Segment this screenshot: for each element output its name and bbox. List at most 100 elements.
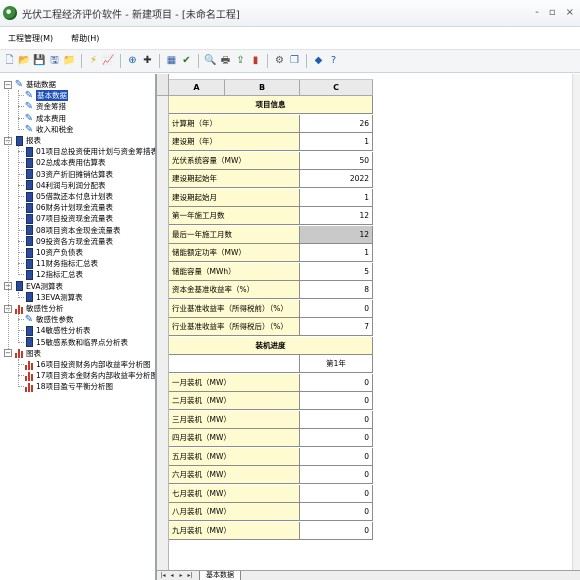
parameter-label: 建设期（年） (169, 133, 300, 151)
install-month-value-input[interactable]: 0 (300, 484, 373, 503)
toolbar-separator (267, 54, 268, 68)
parameter-value-input[interactable]: 5 (300, 262, 373, 281)
parameter-label: 第一年施工月数 (169, 207, 300, 225)
bar-icon[interactable]: ▮ (249, 54, 262, 68)
section-header-project-info: 项目信息 (169, 96, 373, 114)
parameter-label: 行业基准收益率（所得税前）（%） (169, 299, 300, 318)
parameter-label: 储能额定功率（MW） (169, 244, 300, 262)
tree-connector (18, 90, 19, 130)
parameter-value-input[interactable]: 12 (300, 207, 373, 225)
close-button[interactable]: × (566, 7, 574, 18)
install-month-label: 八月装机（MW） (169, 503, 300, 521)
toolbar-separator (120, 54, 121, 68)
first-sheet-button[interactable]: |◂ (159, 571, 167, 580)
toolbar-separator (159, 54, 160, 68)
spreadsheet: A B C 项目信息 计算期（年） 26 建设期（年） 1 光伏系统容量（MW） 50 建设期… (157, 74, 580, 580)
parameter-value-input[interactable]: 7 (300, 318, 373, 336)
calc-icon[interactable]: ✚ (141, 54, 154, 68)
lightning-icon[interactable]: ⚡ (87, 54, 100, 68)
install-month-label: 一月装机（MW） (169, 373, 300, 392)
title-bar: 光伏工程经济评价软件 - 新建项目 - [未命名工程] - ▫ × (0, 0, 580, 27)
edit-icon: ✎ (14, 79, 24, 90)
table-icon[interactable]: ▦ (165, 54, 178, 68)
save-icon[interactable]: 💾 (33, 54, 46, 68)
menu-project-management[interactable]: 工程管理(M) (8, 33, 53, 44)
document-icon (24, 269, 34, 280)
vertical-scrollbar[interactable] (572, 74, 580, 570)
edit-icon: ✎ (24, 101, 34, 113)
maximize-button[interactable]: ▫ (549, 7, 556, 18)
install-month-value-input[interactable]: 0 (300, 373, 373, 392)
sheet-tab-basic-data[interactable]: 基本数据 (199, 570, 241, 580)
collapse-toggle-icon[interactable]: − (4, 80, 12, 89)
menu-help[interactable]: 帮助(H) (71, 33, 99, 44)
parameter-label: 建设期起始年 (169, 170, 300, 188)
toolbar-separator (306, 54, 307, 68)
menu-bar: 工程管理(M) 帮助(H) (0, 27, 580, 49)
app-logo-icon (3, 6, 17, 20)
column-header-c[interactable]: C (300, 79, 373, 96)
document-icon (14, 135, 24, 146)
column-header-a[interactable]: A (169, 79, 225, 96)
last-sheet-button[interactable]: ▸| (186, 571, 194, 580)
document-icon (24, 247, 34, 258)
parameter-label: 光伏系统容量（MW） (169, 151, 300, 170)
document-icon (24, 146, 34, 157)
install-month-value-input[interactable]: 0 (300, 392, 373, 410)
parameter-value-input[interactable]: 1 (300, 188, 373, 207)
open-icon[interactable]: 📂 (18, 54, 31, 68)
preview-icon[interactable]: 🔍 (204, 54, 217, 68)
column-header-b[interactable]: B (225, 79, 300, 96)
toolbar-separator (198, 54, 199, 68)
bar-chart-icon (24, 382, 34, 392)
toolbar: 🗋 📂 💾 🖫 📁 ⚡ 📈 ⊕ ✚ ▦ ✔ 🔍 🖶 ⇪ ▮ ⚙ ❐ ◆? (0, 49, 580, 73)
export-icon[interactable]: ⇪ (234, 54, 247, 68)
parameter-value-input[interactable]: 12 (300, 225, 373, 244)
check-icon[interactable]: ✔ (180, 54, 193, 68)
install-month-value-input[interactable]: 0 (300, 429, 373, 447)
parameter-value-input[interactable]: 2022 (300, 170, 373, 188)
install-month-value-input[interactable]: 0 (300, 521, 373, 540)
copy-icon[interactable]: ❐ (288, 54, 301, 68)
window-title: 光伏工程经济评价软件 - 新建项目 - [未命名工程] (22, 9, 240, 21)
install-month-label: 九月装机（MW） (169, 521, 300, 540)
parameter-value-input[interactable]: 50 (300, 151, 373, 170)
install-month-value-input[interactable]: 0 (300, 503, 373, 521)
parameter-value-input[interactable]: 0 (300, 299, 373, 318)
collapse-toggle-icon[interactable]: − (4, 349, 12, 358)
window-controls: - ▫ × (535, 7, 574, 18)
parameter-value-input[interactable]: 1 (300, 133, 373, 151)
install-month-label: 五月装机（MW） (169, 447, 300, 466)
next-sheet-button[interactable]: ▸ (177, 571, 185, 580)
prev-sheet-button[interactable]: ◂ (168, 571, 176, 580)
document-icon (24, 292, 34, 303)
parameter-value-input[interactable]: 8 (300, 281, 373, 299)
diamond-icon[interactable]: ◆ (312, 54, 325, 68)
settings-icon[interactable]: ⚙ (273, 54, 286, 68)
document-icon (24, 169, 34, 180)
minimize-button[interactable]: - (535, 7, 539, 18)
document-icon (24, 325, 34, 336)
folder-icon[interactable]: 📁 (63, 54, 76, 68)
select-all-corner[interactable] (157, 74, 169, 96)
tree-item-charts-2[interactable]: 18项目盈亏平衡分析图 (24, 380, 113, 393)
chart-icon[interactable]: 📈 (102, 54, 115, 68)
tree-connector (18, 314, 19, 343)
bar-chart-icon (14, 348, 24, 359)
install-month-value-input[interactable]: 0 (300, 410, 373, 429)
toolbar-separator (81, 54, 82, 68)
help-icon[interactable]: ? (327, 54, 340, 68)
saveas-icon[interactable]: 🖫 (48, 54, 61, 68)
print-icon[interactable]: 🖶 (219, 54, 232, 68)
install-month-value-input[interactable]: 0 (300, 466, 373, 484)
install-month-value-input[interactable]: 0 (300, 447, 373, 466)
parameter-value-input[interactable]: 26 (300, 114, 373, 133)
tree-connector (18, 358, 19, 388)
tree-connector (8, 90, 9, 349)
new-icon[interactable]: 🗋 (3, 54, 16, 68)
document-icon (24, 191, 34, 202)
compass-icon[interactable]: ⊕ (126, 54, 139, 68)
tree-item-label: 收入和税金 (36, 124, 74, 134)
parameter-value-input[interactable]: 1 (300, 244, 373, 262)
install-month-label: 七月装机（MW） (169, 484, 300, 503)
